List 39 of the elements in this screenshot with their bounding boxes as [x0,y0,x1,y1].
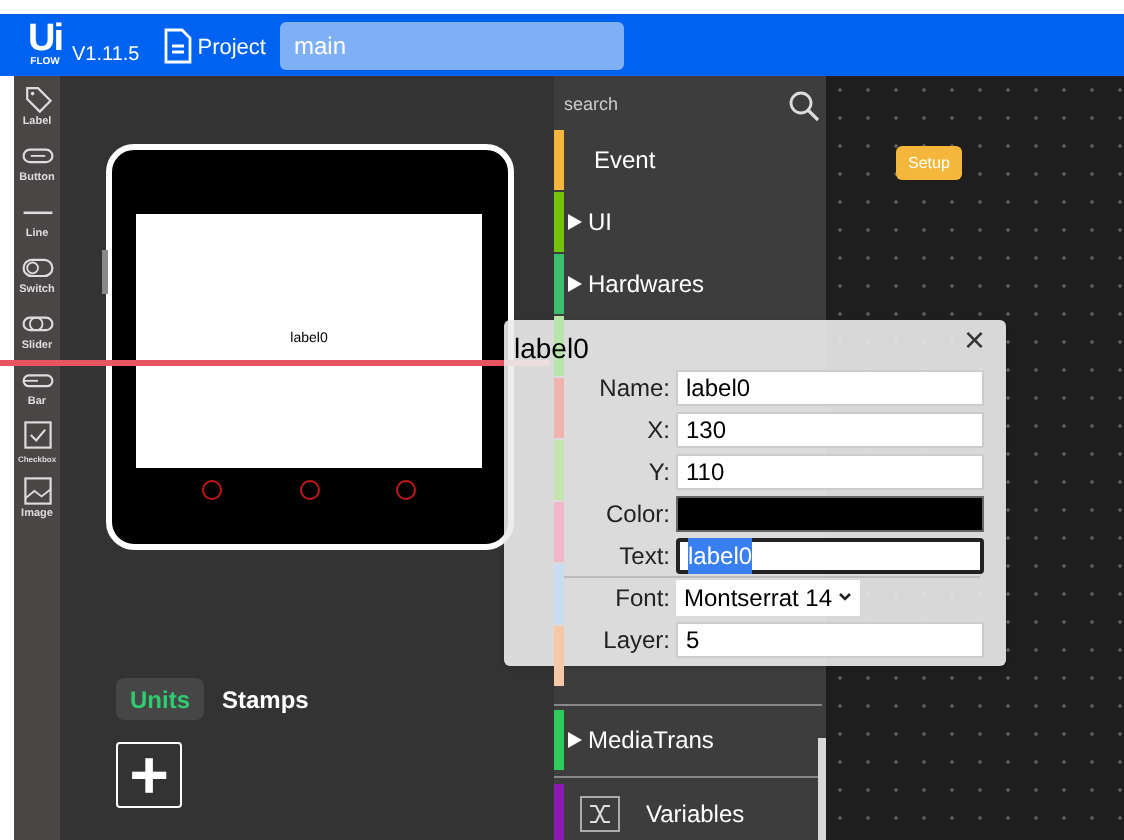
document-icon[interactable] [163,27,192,63]
add-button[interactable]: + [116,742,182,808]
chevron-down-icon [838,592,853,602]
search-placeholder: search [564,92,619,119]
panel-tab[interactable]: Units [116,678,204,720]
category-item[interactable]: UI [588,204,612,240]
search-icon[interactable] [788,90,820,122]
expand-arrow-icon[interactable] [568,276,582,292]
category-item[interactable]: Variables [646,796,745,832]
category-item[interactable]: Event [594,142,656,178]
text-field[interactable]: 5 [676,621,984,657]
text-field[interactable]: label0 [676,369,984,405]
search-field[interactable]: search [564,86,820,126]
close-button[interactable]: × [964,320,986,360]
field-label: Text: [617,539,670,573]
category-item[interactable]: Hardwares [588,266,705,302]
font-dropdown[interactable]: Montserrat 14 [676,579,861,615]
text-field[interactable]: 130 [676,411,984,447]
text-field[interactable]: label0 [676,537,984,573]
field-label: Name: [597,371,670,405]
text-field[interactable]: 110 [676,453,984,489]
expand-arrow-icon[interactable] [568,732,582,748]
panel-tab[interactable]: Stamps [208,678,323,720]
field-label: Font: [613,581,670,615]
version-text: V1.11.5 [72,42,140,70]
field-label: Color: [603,497,670,531]
color-swatch[interactable] [676,495,984,531]
logo-text: Ui [28,22,62,56]
field-label: Y: [646,455,670,489]
dialog-title: label0 [514,330,589,368]
field-label: Layer: [601,623,670,657]
checkbox-icon[interactable] [19,418,55,452]
shuffle-icon[interactable] [580,796,620,832]
category-item[interactable]: MediaTrans [588,722,714,758]
project-label[interactable]: Project [197,31,266,65]
image-icon[interactable] [19,474,55,508]
expand-arrow-icon[interactable] [568,214,582,230]
scrollbar-thumb[interactable] [818,738,826,840]
field-label: X: [645,413,670,447]
